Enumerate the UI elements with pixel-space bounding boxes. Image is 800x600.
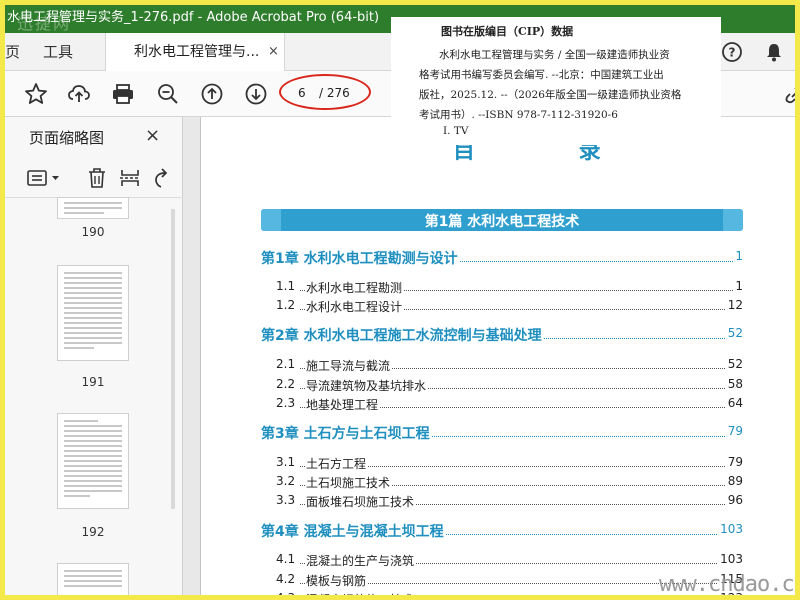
page-thumbnails-panel: 页面缩略图 × 190 191 192 bbox=[5, 117, 183, 595]
delete-page-icon[interactable] bbox=[87, 167, 107, 189]
section-number: 4.2 bbox=[276, 572, 300, 586]
toc-chapter[interactable]: 第3章 土石方与土石坝工程 79 bbox=[261, 423, 743, 443]
section-number: 4.1 bbox=[276, 552, 300, 566]
cip-line: 格考试用书编写委员会编写. --北京：中国建筑工业出 bbox=[419, 69, 664, 81]
tab-home[interactable]: 页 bbox=[5, 33, 27, 71]
cip-overlay: 图书在版编目（CIP）数据 水利水电工程管理与实务 / 全国一级建造师执业资 格… bbox=[391, 17, 721, 145]
section-number: 3.2 bbox=[276, 474, 300, 488]
cip-line: 版社，2025.12. --（2026年版全国一级建造师执业资格 bbox=[419, 89, 682, 101]
section-number: 3.1 bbox=[276, 455, 300, 469]
section-number: 1.1 bbox=[276, 279, 300, 293]
tab-close-button[interactable]: × bbox=[268, 33, 279, 71]
site-watermark: www.cndao.com bbox=[659, 572, 795, 597]
section-page: 58 bbox=[725, 377, 743, 391]
help-icon[interactable]: ? bbox=[721, 41, 743, 63]
zoom-out-icon[interactable] bbox=[156, 82, 180, 106]
panel-scrollbar[interactable] bbox=[171, 209, 175, 509]
section-title: 水利水电工程勘测 bbox=[306, 279, 405, 296]
toc-section[interactable]: 4.1 混凝土的生产与浇筑 103 bbox=[276, 552, 743, 570]
cip-line: 水利水电工程管理与实务 / 全国一级建造师执业资 bbox=[439, 49, 670, 61]
window-title: 水电工程管理与实务_1-276.pdf - Adobe Acrobat Pro … bbox=[7, 10, 380, 25]
tab-document-label: 利水电工程管理与... bbox=[134, 44, 260, 60]
panel-close-button[interactable]: × bbox=[145, 125, 160, 146]
toc-section[interactable]: 1.2 水利水电工程设计 12 bbox=[276, 298, 743, 316]
chapter-page: 103 bbox=[718, 522, 743, 536]
link-icon[interactable] bbox=[783, 82, 800, 106]
section-number: 3.3 bbox=[276, 493, 300, 507]
section-page: 12 bbox=[725, 298, 743, 312]
thumbnail-page-number: 192 bbox=[81, 525, 105, 539]
svg-text:?: ? bbox=[729, 46, 736, 60]
section-title: 混凝土坝的施工技术 bbox=[306, 591, 417, 595]
tab-tools[interactable]: 工具 bbox=[43, 33, 73, 71]
chapter-title: 第4章 混凝土与混凝土坝工程 bbox=[261, 521, 446, 541]
page-up-icon[interactable] bbox=[200, 82, 224, 106]
toc-section[interactable]: 2.3 地基处理工程 64 bbox=[276, 396, 743, 414]
page-thumbnail[interactable] bbox=[57, 563, 129, 595]
toc-section[interactable]: 3.3 面板堆石坝施工技术 96 bbox=[276, 493, 743, 511]
upload-icon[interactable] bbox=[67, 82, 91, 106]
cip-heading: 图书在版编目（CIP）数据 bbox=[441, 25, 574, 38]
panel-title: 页面缩略图 bbox=[29, 129, 105, 147]
thumbnail-page-number: 191 bbox=[81, 375, 105, 389]
section-title: 土石坝施工技术 bbox=[306, 474, 393, 491]
toc-section[interactable]: 3.1 土石方工程 79 bbox=[276, 455, 743, 473]
chapter-page: 1 bbox=[733, 249, 743, 263]
part-banner: 第1篇 水利水电工程技术 bbox=[261, 209, 743, 231]
section-title: 面板堆石坝施工技术 bbox=[306, 493, 417, 510]
cip-line: I. TV bbox=[443, 125, 469, 137]
section-page: 52 bbox=[725, 357, 743, 371]
chapter-page: 52 bbox=[725, 326, 743, 340]
star-icon[interactable] bbox=[24, 82, 48, 106]
page-thumbnail[interactable] bbox=[57, 197, 129, 219]
toc-section[interactable]: 2.2 导流建筑物及基坑排水 58 bbox=[276, 377, 743, 395]
section-number: 2.3 bbox=[276, 396, 300, 410]
section-title: 地基处理工程 bbox=[306, 396, 381, 413]
page-thumbnail[interactable] bbox=[57, 413, 129, 509]
notification-bell-icon[interactable] bbox=[763, 41, 785, 63]
thumbnail-page-number: 190 bbox=[81, 225, 105, 239]
section-number: 2.1 bbox=[276, 357, 300, 371]
section-page: 64 bbox=[725, 396, 743, 410]
section-title: 施工导流与截流 bbox=[306, 357, 393, 374]
app-window: 迅捷网 水电工程管理与实务_1-276.pdf - Adobe Acrobat … bbox=[0, 0, 800, 600]
toc-section[interactable]: 1.1 水利水电工程勘测 1 bbox=[276, 279, 743, 297]
toc-chapter[interactable]: 第2章 水利水电工程施工水流控制与基础处理 52 bbox=[261, 325, 743, 345]
page-thumbnail[interactable] bbox=[57, 265, 129, 361]
section-number: 1.2 bbox=[276, 298, 300, 312]
section-title: 混凝土的生产与浇筑 bbox=[306, 552, 417, 569]
toc-chapter[interactable]: 第1章 水利水电工程勘测与设计 1 bbox=[261, 248, 743, 268]
section-page: 89 bbox=[725, 474, 743, 488]
section-title: 土石方工程 bbox=[306, 455, 369, 472]
toc-section[interactable]: 3.2 土石坝施工技术 89 bbox=[276, 474, 743, 492]
tab-document[interactable]: 利水电工程管理与... × bbox=[105, 33, 285, 71]
section-title: 导流建筑物及基坑排水 bbox=[306, 377, 429, 394]
rotate-page-icon[interactable] bbox=[153, 167, 169, 189]
section-page: 79 bbox=[725, 455, 743, 469]
chapter-title: 第1章 水利水电工程勘测与设计 bbox=[261, 248, 460, 268]
section-page: 1 bbox=[733, 279, 743, 293]
panel-toolbar bbox=[5, 157, 181, 198]
chapter-page: 79 bbox=[725, 424, 743, 438]
extract-page-icon[interactable] bbox=[119, 167, 141, 189]
section-page: 103 bbox=[718, 552, 743, 566]
section-title: 水利水电工程设计 bbox=[306, 298, 405, 315]
section-number: 2.2 bbox=[276, 377, 300, 391]
toc-section[interactable]: 2.1 施工导流与截流 52 bbox=[276, 357, 743, 375]
page-down-icon[interactable] bbox=[244, 82, 268, 106]
section-page: 96 bbox=[725, 493, 743, 507]
chapter-title: 第3章 土石方与土石坝工程 bbox=[261, 423, 432, 443]
red-annotation-circle bbox=[279, 74, 371, 110]
thumbnail-options-icon[interactable] bbox=[27, 169, 63, 187]
print-icon[interactable] bbox=[111, 82, 135, 106]
section-title: 模板与钢筋 bbox=[306, 572, 369, 589]
section-number: 4.3 bbox=[276, 591, 300, 595]
toc-chapter[interactable]: 第4章 混凝土与混凝土坝工程 103 bbox=[261, 521, 743, 541]
chapter-title: 第2章 水利水电工程施工水流控制与基础处理 bbox=[261, 325, 544, 345]
part-title: 第1篇 水利水电工程技术 bbox=[424, 214, 580, 230]
